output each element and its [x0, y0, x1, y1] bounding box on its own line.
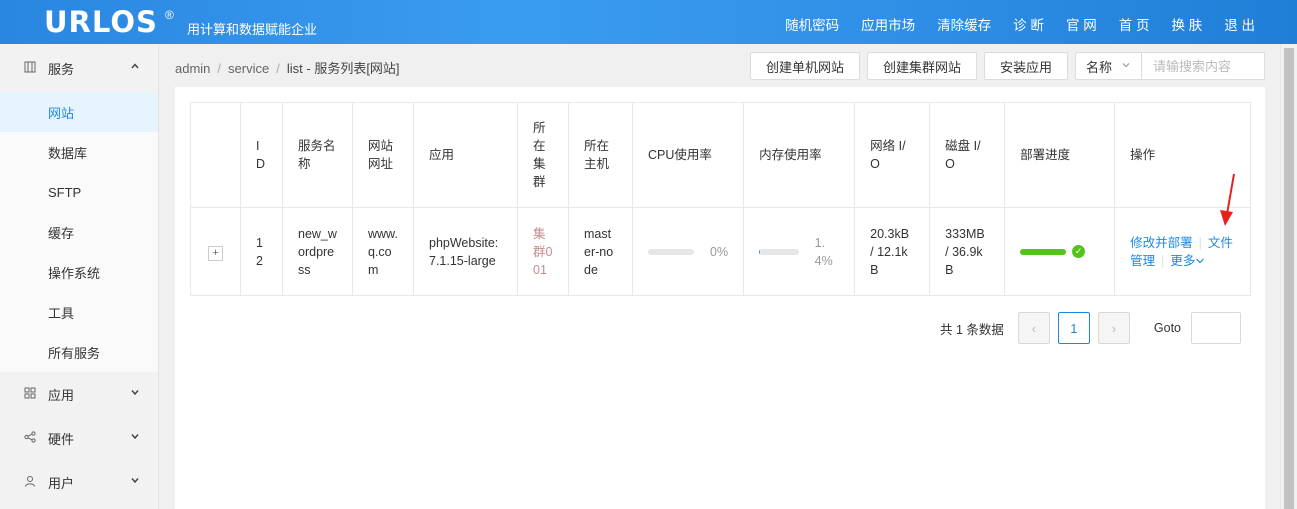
column-header-cpu: CPU使用率 [631, 102, 745, 208]
column-header-app: 应用 [413, 102, 518, 208]
scrollbar-thumb[interactable] [1284, 48, 1294, 509]
pagination-total: 共 1 条数据 [939, 322, 1004, 337]
deploy-progress-bar: ✓ [1020, 245, 1099, 258]
sidebar-group-label: 应用 [48, 387, 75, 403]
memory-usage-fill [759, 248, 760, 255]
nav-diagnose[interactable]: 诊 断 [1013, 14, 1044, 34]
breadcrumb-service[interactable]: service [228, 61, 269, 76]
scrollbar[interactable] [1280, 44, 1297, 509]
sidebar-item-cache[interactable]: 缓存 [0, 212, 158, 252]
nav-logout[interactable]: 退 出 [1224, 14, 1255, 34]
table-header-row: ID 服务名称 网站网址 应用 所在集群 所在主机 CPU使用率 内存使用率 网… [190, 102, 1252, 208]
registered-mark: ® [165, 8, 174, 22]
deploy-progress-fill [1020, 248, 1067, 255]
sidebar-group-apps[interactable]: 应用 [0, 372, 158, 416]
chevron-down-icon [1121, 60, 1131, 73]
cell-network-io: 20.3kB / 12.1kB [854, 207, 931, 296]
nav-home[interactable]: 首 页 [1119, 14, 1150, 34]
column-header-id: ID [240, 102, 283, 208]
check-circle-icon: ✓ [1072, 245, 1086, 258]
breadcrumb-list: list [286, 61, 303, 76]
chevron-up-icon [130, 61, 140, 74]
cell-host: master-node [568, 207, 633, 296]
cell-id: 12 [240, 207, 283, 296]
column-header-network-io: 网络 I/O [854, 102, 931, 208]
cell-name: new_wordpress [282, 207, 353, 296]
sidebar-group-label: 用户 [48, 475, 75, 491]
column-header-memory: 内存使用率 [743, 102, 856, 208]
user-icon [24, 475, 40, 490]
nav-app-market[interactable]: 应用市场 [861, 14, 915, 34]
install-app-button[interactable]: 安装应用 [983, 52, 1068, 80]
chevron-down-icon [130, 475, 140, 488]
goto-page-input[interactable] [1191, 312, 1241, 344]
sidebar-group-label: 硬件 [48, 431, 75, 447]
nav-clear-cache[interactable]: 清除缓存 [937, 14, 991, 34]
cell-app: phpWebsite:7.1.15-large [413, 207, 518, 296]
breadcrumb: admin / service / list - 服务列表[网站] [175, 61, 400, 76]
urlos-logo[interactable]: URLOS [44, 5, 158, 39]
main-content: admin / service / list - 服务列表[网站] 创建单机网站 创建集… [159, 44, 1280, 509]
memory-usage-bar: 1.4% [759, 234, 839, 270]
memory-usage-text: 1.4% [814, 235, 833, 268]
cpu-usage-text: 0% [710, 244, 729, 259]
column-header-url: 网站网址 [352, 102, 414, 208]
toolbar: 创建单机网站 创建集群网站 安装应用 名称 [749, 52, 1265, 80]
cpu-usage-bar: 0% [648, 243, 728, 261]
sidebar-item-tools[interactable]: 工具 [0, 292, 158, 332]
sidebar-group-users[interactable]: 用户 [0, 460, 158, 504]
share-icon [24, 430, 40, 446]
create-single-site-button[interactable]: 创建单机网站 [749, 52, 860, 80]
sidebar-item-all-services[interactable]: 所有服务 [0, 332, 158, 372]
chevron-down-icon [1196, 258, 1205, 263]
content-panel: ID 服务名称 网站网址 应用 所在集群 所在主机 CPU使用率 内存使用率 网… [175, 87, 1265, 509]
annotation-arrow-icon [1220, 173, 1235, 226]
table-row: + 12 new_wordpress www.q.com phpWebsite:… [190, 207, 1252, 296]
sidebar-item-sftp[interactable]: SFTP [0, 172, 158, 212]
nav-change-skin[interactable]: 换 肤 [1171, 14, 1202, 34]
top-header: URLOS ® 用计算和数据赋能企业 随机密码 应用市场 清除缓存 诊 断 官 … [0, 0, 1297, 44]
breadcrumb-admin[interactable]: admin [175, 61, 210, 76]
next-page-button[interactable]: › [1097, 312, 1130, 344]
nav-random-password[interactable]: 随机密码 [785, 14, 839, 34]
sidebar: 服务 网站 数据库 SFTP 缓存 操作系统 工具 所有服务 应用 硬件 用户 [0, 44, 159, 509]
top-nav: 随机密码 应用市场 清除缓存 诊 断 官 网 首 页 换 肤 退 出 [785, 14, 1255, 34]
sidebar-group-hardware[interactable]: 硬件 [0, 416, 158, 460]
search-field-select[interactable]: 名称 [1075, 52, 1142, 80]
chevron-down-icon [130, 431, 140, 444]
sidebar-item-database[interactable]: 数据库 [0, 132, 158, 172]
pagination: 共 1 条数据 ‹ 1 › Goto [940, 312, 1241, 344]
sidebar-group-label: 服务 [48, 61, 75, 77]
column-header-name: 服务名称 [282, 102, 353, 208]
service-icon [24, 61, 40, 76]
cell-cluster[interactable]: 集群001 [517, 207, 569, 296]
goto-label: Goto [1153, 321, 1181, 335]
sidebar-item-website[interactable]: 网站 [0, 92, 158, 132]
modify-deploy-link[interactable]: 修改并部署 [1130, 236, 1193, 250]
prev-page-button[interactable]: ‹ [1017, 312, 1050, 344]
cell-url: www.q.com [352, 207, 414, 296]
more-actions-link[interactable]: 更多 [1170, 254, 1205, 268]
service-table: ID 服务名称 网站网址 应用 所在集群 所在主机 CPU使用率 内存使用率 网… [190, 102, 1252, 296]
expand-row-button[interactable]: + [208, 245, 223, 261]
search-field-value: 名称 [1086, 59, 1113, 75]
breadcrumb-page-title: 服务列表[网站] [314, 61, 400, 76]
sidebar-item-os[interactable]: 操作系统 [0, 252, 158, 292]
sidebar-group-service[interactable]: 服务 [0, 44, 158, 92]
create-cluster-site-button[interactable]: 创建集群网站 [866, 52, 977, 80]
tagline: 用计算和数据赋能企业 [187, 22, 318, 37]
chevron-down-icon [130, 387, 140, 400]
column-header-disk-io: 磁盘 I/O [929, 102, 1006, 208]
column-header-cluster: 所在集群 [517, 102, 569, 208]
cell-disk-io: 333MB / 36.9kB [929, 207, 1006, 296]
column-header-deploy-progress: 部署进度 [1004, 102, 1116, 208]
expand-column-header [190, 102, 241, 208]
grid-icon [24, 387, 40, 402]
page-number-button[interactable]: 1 [1057, 312, 1090, 344]
search-input[interactable] [1142, 52, 1265, 80]
column-header-host: 所在主机 [568, 102, 633, 208]
nav-official-site[interactable]: 官 网 [1066, 14, 1097, 34]
